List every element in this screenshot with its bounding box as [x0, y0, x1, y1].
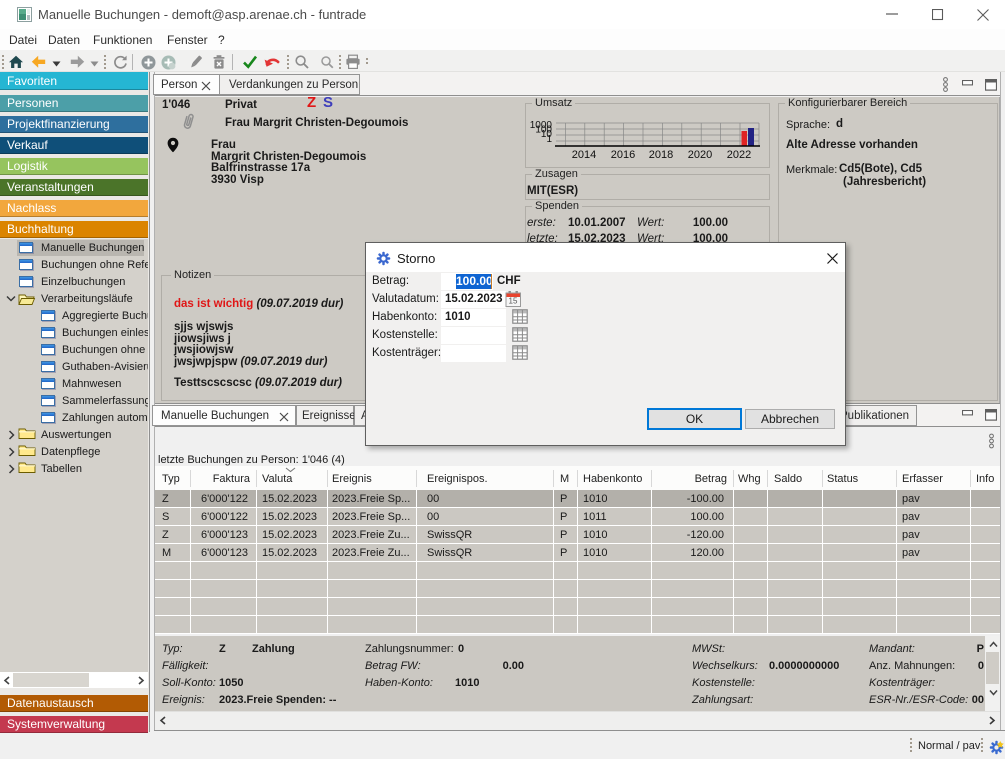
svg-text:2014: 2014 — [572, 149, 596, 161]
svg-text:2018: 2018 — [649, 149, 673, 161]
svg-text:15: 15 — [509, 297, 518, 306]
svg-text:2020: 2020 — [688, 149, 712, 161]
svg-text:2016: 2016 — [611, 149, 635, 161]
svg-text:1: 1 — [546, 134, 552, 145]
svg-text:2022: 2022 — [727, 149, 751, 161]
